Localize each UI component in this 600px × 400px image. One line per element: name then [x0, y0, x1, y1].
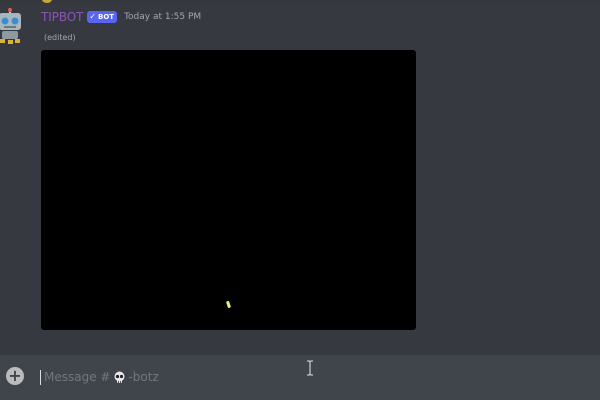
edited-label: (edited): [44, 33, 76, 42]
message-header: TIPBOT ✓ BOT Today at 1:55 PM: [41, 9, 201, 25]
message-timestamp[interactable]: Today at 1:55 PM: [124, 12, 201, 22]
placeholder-channel: -botz: [128, 370, 159, 384]
text-caret: [40, 369, 41, 385]
previous-message-edge: [0, 0, 600, 3]
bot-badge-label: BOT: [98, 13, 115, 21]
author-username[interactable]: TIPBOT: [41, 10, 83, 24]
robot-avatar-icon[interactable]: [0, 8, 26, 46]
message-composer: + Message # -botz: [0, 355, 600, 400]
media-spark: [225, 300, 232, 309]
text-cursor-icon: [306, 360, 314, 376]
skull-emoji-icon: [113, 371, 126, 384]
verified-check-icon: ✓: [89, 12, 97, 21]
embedded-media-player[interactable]: [41, 50, 416, 330]
discord-chat-view: TIPBOT ✓ BOT Today at 1:55 PM (edited) +…: [0, 0, 600, 400]
placeholder-prefix: Message #: [44, 370, 111, 384]
plus-circle-icon[interactable]: +: [6, 367, 24, 385]
bot-badge: ✓ BOT: [87, 11, 118, 23]
message-placeholder: Message # -botz: [44, 370, 159, 384]
